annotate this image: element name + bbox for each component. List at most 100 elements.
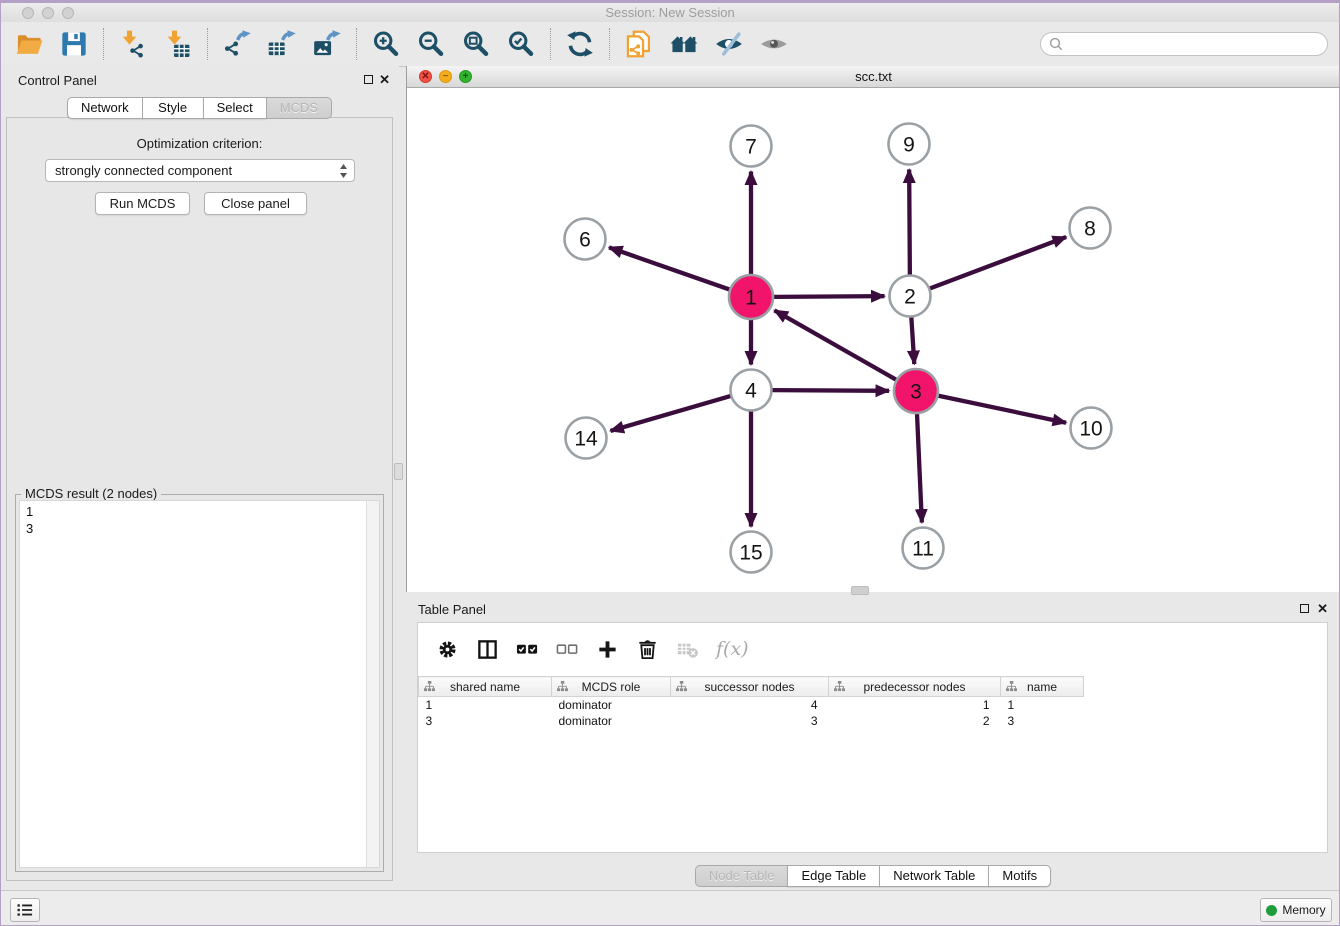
graph-edge-2-9[interactable] <box>909 169 910 274</box>
open-folder-icon[interactable] <box>15 30 43 58</box>
optimization-criterion-dropdown[interactable]: strongly connected component <box>45 159 355 182</box>
zoom-in-icon[interactable] <box>372 30 400 58</box>
zoom-selected-icon[interactable] <box>507 30 535 58</box>
column-header-shared-name[interactable]: shared name <box>419 677 552 697</box>
import-table-icon[interactable] <box>164 30 192 58</box>
close-panel-button[interactable]: Close panel <box>204 192 307 215</box>
memory-button[interactable]: Memory <box>1260 898 1332 922</box>
mcds-result-textarea[interactable]: 13 <box>19 500 380 868</box>
control-panel-tabs: NetworkStyleSelectMCDS <box>0 97 399 119</box>
column-header-successor-nodes[interactable]: successor nodes <box>671 677 829 697</box>
network-canvas[interactable]: 1 2 3 4 6 7 8 9 10 11 14 15 <box>407 88 1340 592</box>
tab-network[interactable]: Network <box>67 97 143 119</box>
graph-edge-4-14[interactable] <box>610 396 730 431</box>
table-cell[interactable]: 1 <box>829 697 1001 714</box>
import-network-icon[interactable] <box>119 30 147 58</box>
network-view-window: ✕ − + scc.txt 1 2 3 4 6 7 8 9 10 11 14 15 <box>406 66 1340 592</box>
table-row[interactable]: 1dominator411 <box>419 697 1084 714</box>
graph-node-6[interactable]: 6 <box>565 219 606 260</box>
svg-text:14: 14 <box>574 428 598 451</box>
refresh-icon[interactable] <box>566 30 594 58</box>
table-cell[interactable]: 3 <box>1001 713 1084 729</box>
close-panel-icon[interactable]: ✕ <box>379 75 390 85</box>
graph-edge-1-6[interactable] <box>609 247 729 289</box>
graph-edge-1-2[interactable] <box>774 296 885 297</box>
table-mode-gear-icon[interactable] <box>436 638 459 661</box>
network-graph[interactable]: 1 2 3 4 6 7 8 9 10 11 14 15 <box>407 88 1340 592</box>
graph-node-4[interactable]: 4 <box>731 370 772 411</box>
column-header-MCDS-role[interactable]: MCDS role <box>552 677 671 697</box>
new-network-from-selection-icon[interactable] <box>625 30 653 58</box>
tab-edge-table[interactable]: Edge Table <box>787 865 880 887</box>
horizontal-splitter-handle[interactable] <box>851 586 869 595</box>
export-table-icon[interactable] <box>268 30 296 58</box>
graph-node-10[interactable]: 10 <box>1071 408 1112 449</box>
graph-edge-3-1[interactable] <box>774 310 896 379</box>
function-builder-icon: f(x) <box>716 638 749 661</box>
graph-node-9[interactable]: 9 <box>889 124 930 165</box>
float-table-panel-icon[interactable] <box>1300 604 1309 613</box>
graph-node-8[interactable]: 8 <box>1070 208 1111 249</box>
svg-text:2: 2 <box>904 286 916 309</box>
table-row[interactable]: 3dominator323 <box>419 713 1084 729</box>
tab-style[interactable]: Style <box>142 97 204 119</box>
column-header-predecessor-nodes[interactable]: predecessor nodes <box>829 677 1001 697</box>
graph-node-1[interactable]: 1 <box>729 275 773 319</box>
graph-edge-3-10[interactable] <box>939 396 1067 423</box>
mcds-result-scrollbar[interactable] <box>366 501 379 867</box>
zoom-out-icon[interactable] <box>417 30 445 58</box>
show-columns-icon[interactable] <box>476 638 499 661</box>
column-header-name[interactable]: name <box>1001 677 1084 697</box>
search-input[interactable] <box>1063 37 1327 52</box>
save-session-icon[interactable] <box>60 30 88 58</box>
tab-network-table[interactable]: Network Table <box>879 865 989 887</box>
control-panel: Control Panel ✕ NetworkStyleSelectMCDS O… <box>0 66 399 890</box>
tab-motifs[interactable]: Motifs <box>988 865 1051 887</box>
graph-node-7[interactable]: 7 <box>731 126 772 167</box>
graph-node-15[interactable]: 15 <box>731 532 772 573</box>
graph-edge-4-3[interactable] <box>772 390 889 391</box>
mcds-result-title: MCDS result (2 nodes) <box>21 486 161 501</box>
control-panel-title: Control Panel <box>18 73 97 88</box>
svg-text:3: 3 <box>910 381 922 404</box>
zoom-fit-icon[interactable] <box>462 30 490 58</box>
float-panel-icon[interactable] <box>364 75 373 84</box>
deselect-all-checks-icon[interactable] <box>556 638 579 661</box>
export-network-icon[interactable] <box>223 30 251 58</box>
export-image-icon[interactable] <box>313 30 341 58</box>
delete-column-icon[interactable] <box>636 638 659 661</box>
graph-edge-3-11[interactable] <box>917 414 922 523</box>
close-table-panel-icon[interactable]: ✕ <box>1317 604 1328 614</box>
run-mcds-button[interactable]: Run MCDS <box>95 192 190 215</box>
table-cell[interactable]: 4 <box>671 697 829 714</box>
memory-label: Memory <box>1282 903 1325 917</box>
add-column-icon[interactable] <box>596 638 619 661</box>
table-cell[interactable]: 1 <box>419 697 552 714</box>
first-neighbors-icon[interactable] <box>670 30 698 58</box>
svg-text:10: 10 <box>1079 418 1102 441</box>
graph-edge-2-3[interactable] <box>911 317 914 364</box>
table-cell[interactable]: 3 <box>671 713 829 729</box>
graph-node-3[interactable]: 3 <box>894 369 938 413</box>
graph-node-11[interactable]: 11 <box>903 528 944 569</box>
task-history-button[interactable] <box>10 898 40 922</box>
vertical-splitter-handle[interactable] <box>394 463 403 480</box>
tab-select[interactable]: Select <box>203 97 267 119</box>
optimization-criterion-label: Optimization criterion: <box>7 136 392 151</box>
select-all-checks-icon[interactable] <box>516 638 539 661</box>
table-cell[interactable]: dominator <box>552 697 671 714</box>
table-cell[interactable]: 2 <box>829 713 1001 729</box>
mcds-result-lines: 13 <box>20 501 379 539</box>
tab-node-table[interactable]: Node Table <box>695 865 789 887</box>
tab-mcds[interactable]: MCDS <box>266 97 332 119</box>
graph-node-2[interactable]: 2 <box>890 276 931 317</box>
table-cell[interactable]: 3 <box>419 713 552 729</box>
hide-selected-icon[interactable] <box>715 30 743 58</box>
search-box[interactable] <box>1040 32 1328 56</box>
show-all-icon[interactable] <box>760 30 788 58</box>
table-cell[interactable]: dominator <box>552 713 671 729</box>
network-window-titlebar: ✕ − + scc.txt <box>407 66 1340 88</box>
graph-edge-2-8[interactable] <box>930 237 1066 288</box>
table-cell[interactable]: 1 <box>1001 697 1084 714</box>
graph-node-14[interactable]: 14 <box>566 418 607 459</box>
